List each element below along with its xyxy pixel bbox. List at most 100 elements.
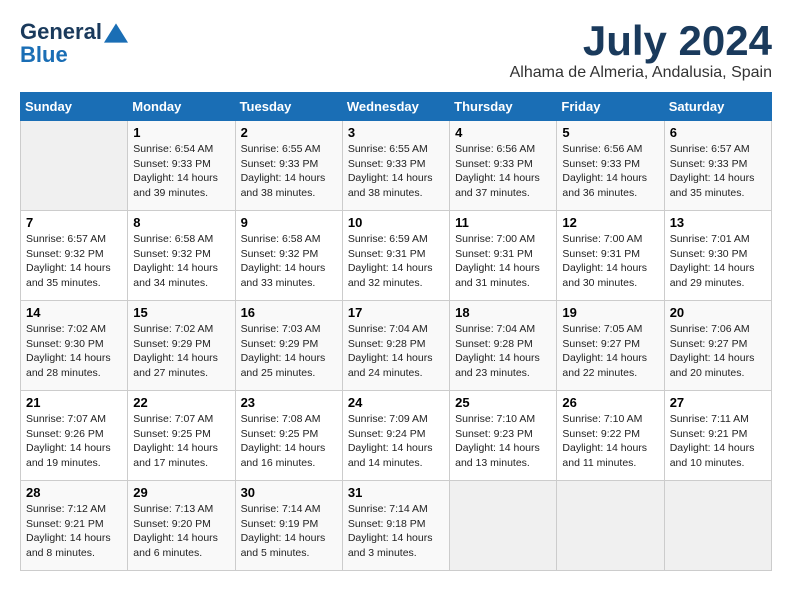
- day-number: 13: [670, 215, 766, 230]
- column-header-friday: Friday: [557, 93, 664, 121]
- day-number: 30: [241, 485, 337, 500]
- page-header: General Blue July 2024 Alhama de Almeria…: [20, 20, 772, 82]
- day-number: 1: [133, 125, 229, 140]
- day-info: Sunrise: 7:04 AM Sunset: 9:28 PM Dayligh…: [348, 322, 444, 381]
- calendar-cell: [450, 481, 557, 571]
- day-info: Sunrise: 7:13 AM Sunset: 9:20 PM Dayligh…: [133, 502, 229, 561]
- day-info: Sunrise: 7:00 AM Sunset: 9:31 PM Dayligh…: [562, 232, 658, 291]
- calendar-cell: 1 Sunrise: 6:54 AM Sunset: 9:33 PM Daylig…: [128, 121, 235, 211]
- calendar-cell: 19 Sunrise: 7:05 AM Sunset: 9:27 PM Dayli…: [557, 301, 664, 391]
- day-number: 22: [133, 395, 229, 410]
- calendar-cell: 22 Sunrise: 7:07 AM Sunset: 9:25 PM Dayli…: [128, 391, 235, 481]
- day-info: Sunrise: 6:56 AM Sunset: 9:33 PM Dayligh…: [562, 142, 658, 201]
- day-number: 14: [26, 305, 122, 320]
- day-info: Sunrise: 6:55 AM Sunset: 9:33 PM Dayligh…: [348, 142, 444, 201]
- day-info: Sunrise: 7:10 AM Sunset: 9:23 PM Dayligh…: [455, 412, 551, 471]
- calendar-cell: 30 Sunrise: 7:14 AM Sunset: 9:19 PM Dayli…: [235, 481, 342, 571]
- calendar-cell: 8 Sunrise: 6:58 AM Sunset: 9:32 PM Daylig…: [128, 211, 235, 301]
- day-number: 23: [241, 395, 337, 410]
- calendar-cell: 15Sunrise: 7:02 AM Sunset: 9:29 PM Dayli…: [128, 301, 235, 391]
- calendar-cell: 18 Sunrise: 7:04 AM Sunset: 9:28 PM Dayli…: [450, 301, 557, 391]
- logo-subtext: Blue: [20, 43, 128, 67]
- day-info: Sunrise: 7:05 AM Sunset: 9:27 PM Dayligh…: [562, 322, 658, 381]
- day-info: Sunrise: 6:59 AM Sunset: 9:31 PM Dayligh…: [348, 232, 444, 291]
- column-header-monday: Monday: [128, 93, 235, 121]
- calendar-cell: 2Sunrise: 6:55 AM Sunset: 9:33 PM Daylig…: [235, 121, 342, 211]
- day-number: 21: [26, 395, 122, 410]
- calendar-cell: 9 Sunrise: 6:58 AM Sunset: 9:32 PM Daylig…: [235, 211, 342, 301]
- calendar-cell: 12 Sunrise: 7:00 AM Sunset: 9:31 PM Dayli…: [557, 211, 664, 301]
- calendar-cell: [21, 121, 128, 211]
- day-info: Sunrise: 7:00 AM Sunset: 9:31 PM Dayligh…: [455, 232, 551, 291]
- day-number: 10: [348, 215, 444, 230]
- day-info: Sunrise: 7:12 AM Sunset: 9:21 PM Dayligh…: [26, 502, 122, 561]
- day-info: Sunrise: 7:03 AM Sunset: 9:29 PM Dayligh…: [241, 322, 337, 381]
- calendar-cell: 29 Sunrise: 7:13 AM Sunset: 9:20 PM Dayli…: [128, 481, 235, 571]
- calendar-cell: 26 Sunrise: 7:10 AM Sunset: 9:22 PM Dayli…: [557, 391, 664, 481]
- day-number: 19: [562, 305, 658, 320]
- column-header-tuesday: Tuesday: [235, 93, 342, 121]
- day-number: 12: [562, 215, 658, 230]
- title-section: July 2024 Alhama de Almeria, Andalusia, …: [510, 20, 772, 82]
- day-info: Sunrise: 6:58 AM Sunset: 9:32 PM Dayligh…: [241, 232, 337, 291]
- day-number: 3: [348, 125, 444, 140]
- day-number: 26: [562, 395, 658, 410]
- day-number: 9: [241, 215, 337, 230]
- day-info: Sunrise: 7:02 AM Sunset: 9:29 PM Dayligh…: [133, 322, 229, 381]
- day-number: 31: [348, 485, 444, 500]
- calendar-cell: 10 Sunrise: 6:59 AM Sunset: 9:31 PM Dayli…: [342, 211, 449, 301]
- day-number: 25: [455, 395, 551, 410]
- calendar-cell: 24Sunrise: 7:09 AM Sunset: 9:24 PM Dayli…: [342, 391, 449, 481]
- day-info: Sunrise: 7:04 AM Sunset: 9:28 PM Dayligh…: [455, 322, 551, 381]
- header-row: SundayMondayTuesdayWednesdayThursdayFrid…: [21, 93, 772, 121]
- calendar-cell: 16Sunrise: 7:03 AM Sunset: 9:29 PM Dayli…: [235, 301, 342, 391]
- calendar-cell: 14Sunrise: 7:02 AM Sunset: 9:30 PM Dayli…: [21, 301, 128, 391]
- day-info: Sunrise: 7:14 AM Sunset: 9:19 PM Dayligh…: [241, 502, 337, 561]
- day-info: Sunrise: 7:08 AM Sunset: 9:25 PM Dayligh…: [241, 412, 337, 471]
- day-info: Sunrise: 7:10 AM Sunset: 9:22 PM Dayligh…: [562, 412, 658, 471]
- week-row-5: 28 Sunrise: 7:12 AM Sunset: 9:21 PM Dayli…: [21, 481, 772, 571]
- day-number: 6: [670, 125, 766, 140]
- day-info: Sunrise: 6:55 AM Sunset: 9:33 PM Dayligh…: [241, 142, 337, 201]
- day-info: Sunrise: 6:57 AM Sunset: 9:33 PM Dayligh…: [670, 142, 766, 201]
- day-info: Sunrise: 7:06 AM Sunset: 9:27 PM Dayligh…: [670, 322, 766, 381]
- calendar-cell: 13 Sunrise: 7:01 AM Sunset: 9:30 PM Dayli…: [664, 211, 771, 301]
- calendar-cell: 23 Sunrise: 7:08 AM Sunset: 9:25 PM Dayli…: [235, 391, 342, 481]
- day-number: 4: [455, 125, 551, 140]
- day-number: 28: [26, 485, 122, 500]
- calendar-cell: 21 Sunrise: 7:07 AM Sunset: 9:26 PM Dayli…: [21, 391, 128, 481]
- day-info: Sunrise: 7:07 AM Sunset: 9:25 PM Dayligh…: [133, 412, 229, 471]
- day-info: Sunrise: 7:09 AM Sunset: 9:24 PM Dayligh…: [348, 412, 444, 471]
- day-info: Sunrise: 6:57 AM Sunset: 9:32 PM Dayligh…: [26, 232, 122, 291]
- day-number: 29: [133, 485, 229, 500]
- logo: General Blue: [20, 20, 128, 67]
- column-header-thursday: Thursday: [450, 93, 557, 121]
- calendar-cell: 3 Sunrise: 6:55 AM Sunset: 9:33 PM Daylig…: [342, 121, 449, 211]
- day-info: Sunrise: 7:14 AM Sunset: 9:18 PM Dayligh…: [348, 502, 444, 561]
- day-number: 20: [670, 305, 766, 320]
- day-number: 7: [26, 215, 122, 230]
- day-info: Sunrise: 6:56 AM Sunset: 9:33 PM Dayligh…: [455, 142, 551, 201]
- calendar-cell: 5Sunrise: 6:56 AM Sunset: 9:33 PM Daylig…: [557, 121, 664, 211]
- calendar-cell: [557, 481, 664, 571]
- week-row-4: 21 Sunrise: 7:07 AM Sunset: 9:26 PM Dayli…: [21, 391, 772, 481]
- day-number: 8: [133, 215, 229, 230]
- day-info: Sunrise: 6:54 AM Sunset: 9:33 PM Dayligh…: [133, 142, 229, 201]
- day-info: Sunrise: 7:01 AM Sunset: 9:30 PM Dayligh…: [670, 232, 766, 291]
- day-number: 27: [670, 395, 766, 410]
- calendar-cell: 20 Sunrise: 7:06 AM Sunset: 9:27 PM Dayli…: [664, 301, 771, 391]
- location-title: Alhama de Almeria, Andalusia, Spain: [510, 64, 772, 82]
- day-info: Sunrise: 6:58 AM Sunset: 9:32 PM Dayligh…: [133, 232, 229, 291]
- day-number: 11: [455, 215, 551, 230]
- column-header-sunday: Sunday: [21, 93, 128, 121]
- week-row-1: 1 Sunrise: 6:54 AM Sunset: 9:33 PM Daylig…: [21, 121, 772, 211]
- calendar-cell: [664, 481, 771, 571]
- day-info: Sunrise: 7:07 AM Sunset: 9:26 PM Dayligh…: [26, 412, 122, 471]
- day-number: 17: [348, 305, 444, 320]
- calendar-cell: 31 Sunrise: 7:14 AM Sunset: 9:18 PM Dayli…: [342, 481, 449, 571]
- calendar-table: SundayMondayTuesdayWednesdayThursdayFrid…: [20, 92, 772, 571]
- calendar-cell: 28 Sunrise: 7:12 AM Sunset: 9:21 PM Dayli…: [21, 481, 128, 571]
- day-number: 18: [455, 305, 551, 320]
- month-title: July 2024: [510, 20, 772, 62]
- day-info: Sunrise: 7:11 AM Sunset: 9:21 PM Dayligh…: [670, 412, 766, 471]
